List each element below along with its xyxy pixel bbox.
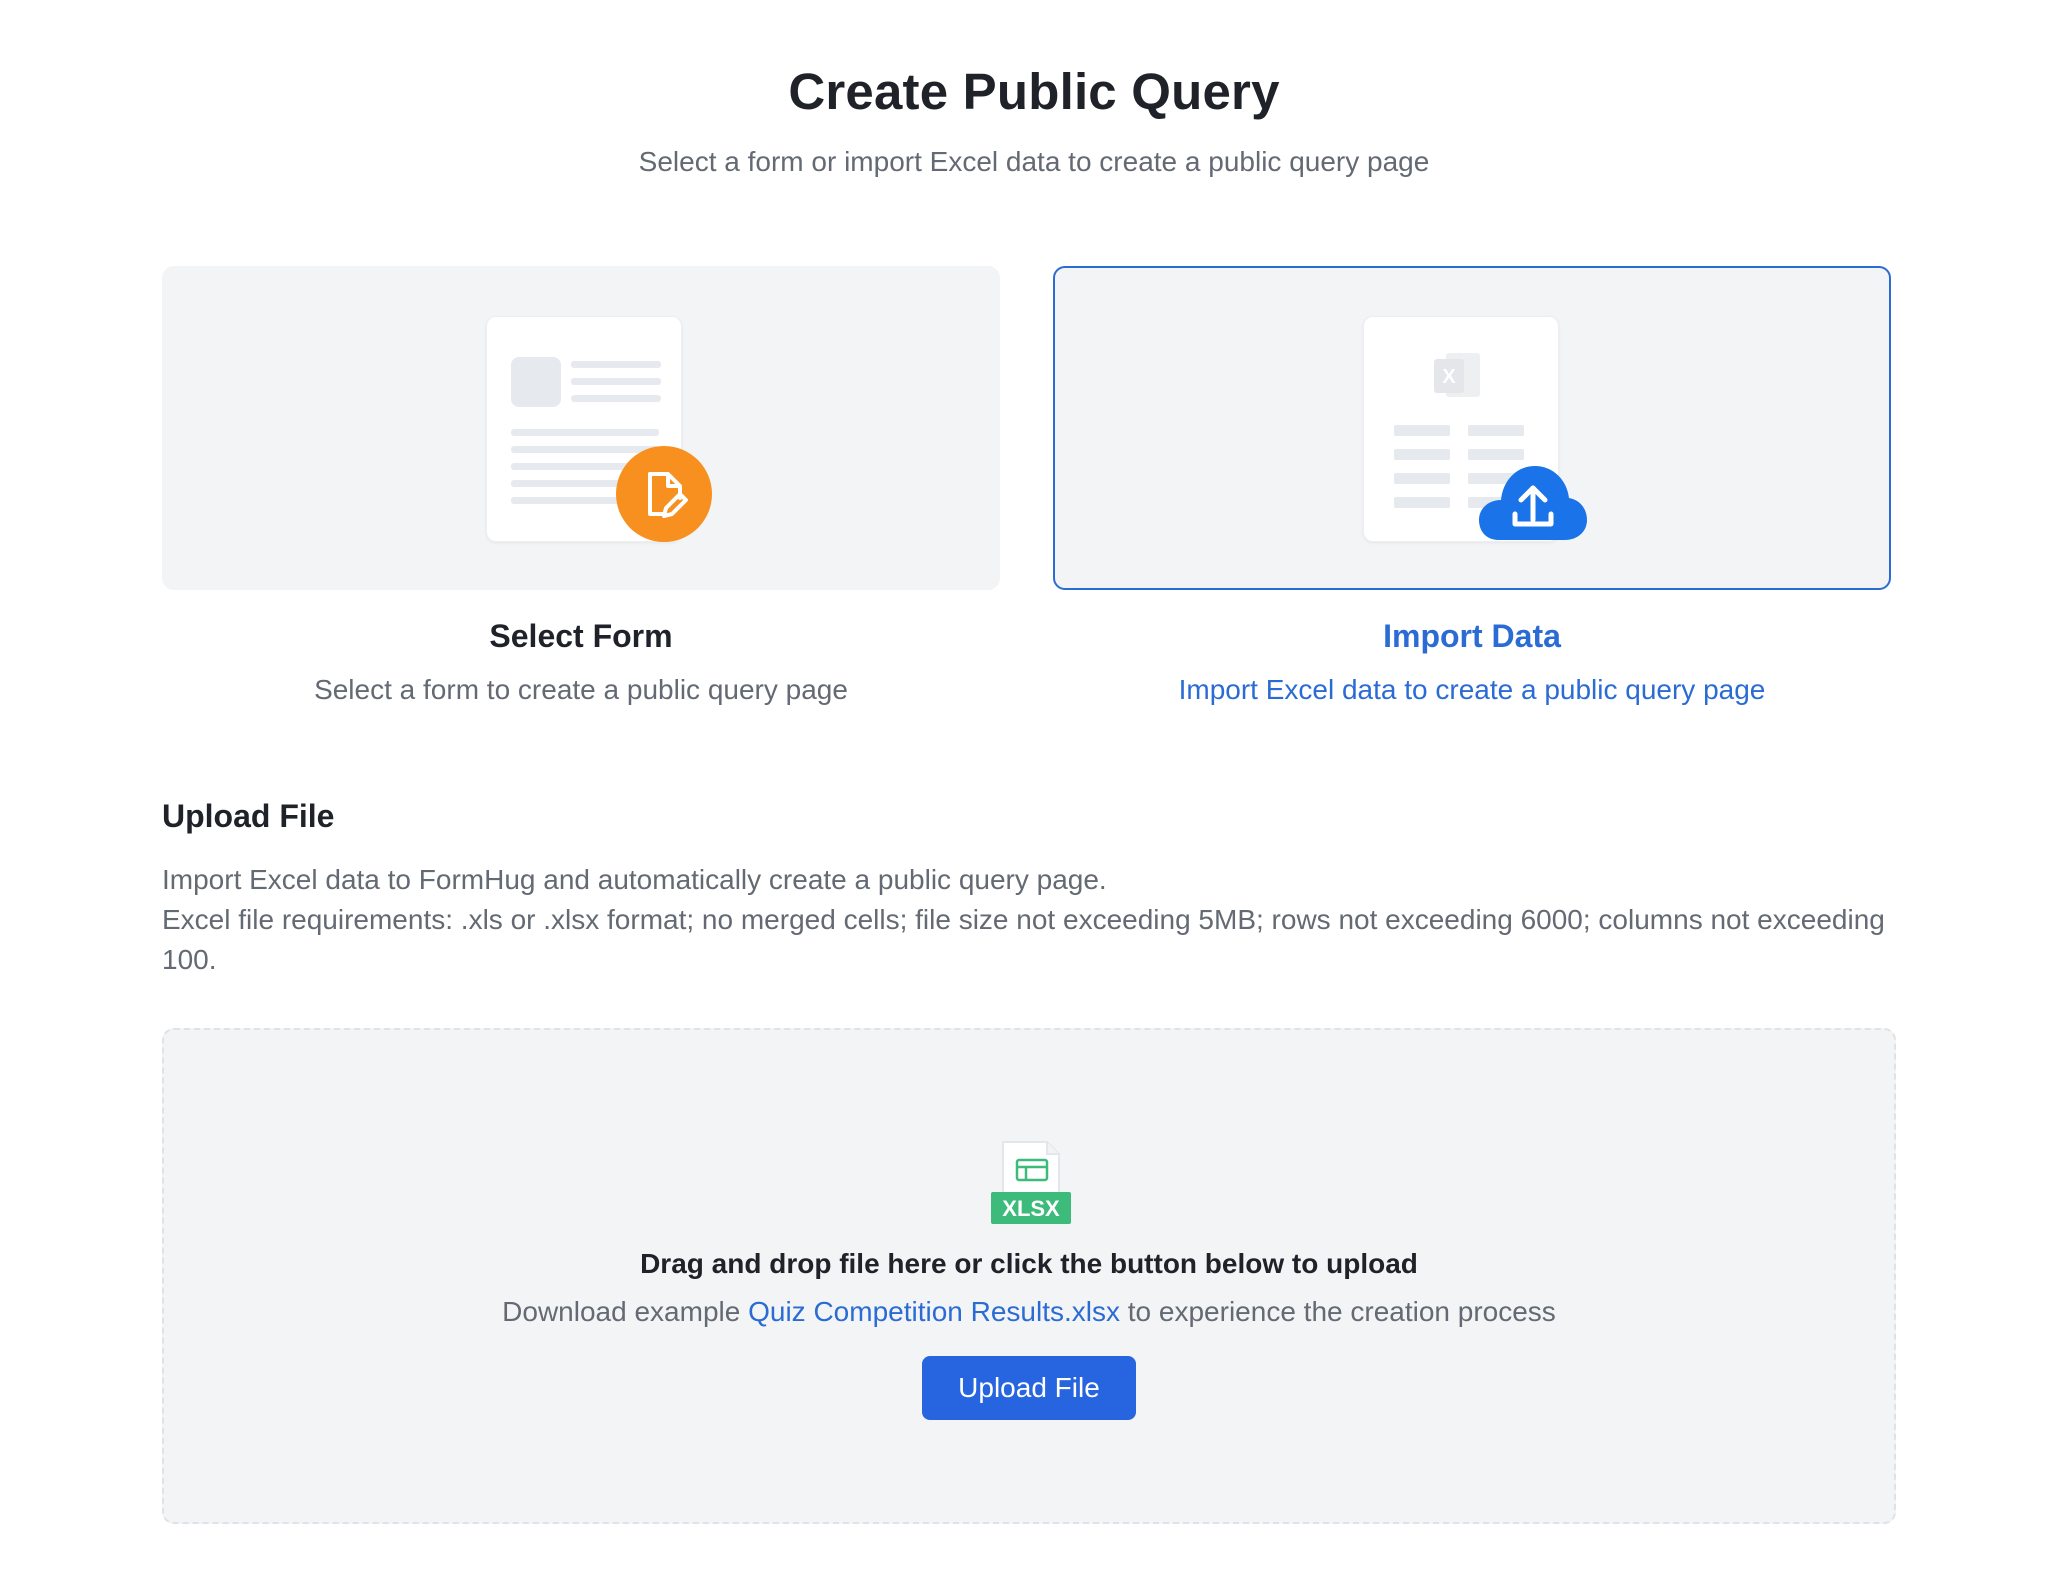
file-dropzone[interactable]: XLSX Drag and drop file here or click th… [162, 1028, 1896, 1524]
hint-suffix: to experience the creation process [1120, 1296, 1556, 1327]
select-form-title[interactable]: Select Form [162, 618, 1000, 655]
dropzone-title: Drag and drop file here or click the but… [640, 1248, 1418, 1279]
upload-section-title: Upload File [162, 798, 335, 834]
cloud-upload-icon [1479, 466, 1587, 540]
svg-text:X: X [1442, 366, 1456, 388]
page-title: Create Public Query [788, 63, 1280, 120]
import-data-title[interactable]: Import Data [1053, 618, 1891, 655]
import-data-card[interactable]: X [1053, 266, 1891, 590]
xlsx-badge-label: XLSX [1002, 1196, 1060, 1221]
hint-prefix: Download example [502, 1296, 749, 1327]
example-file-link[interactable]: Quiz Competition Results.xlsx [748, 1296, 1120, 1327]
file-edit-icon [616, 446, 712, 542]
excel-logo-icon: X [1434, 353, 1480, 397]
xlsx-file-icon: XLSX [991, 1141, 1071, 1224]
select-form-card[interactable] [162, 266, 1000, 590]
upload-description-line: Import Excel data to FormHug and automat… [162, 864, 1107, 895]
upload-section-description: Import Excel data to FormHug and automat… [162, 860, 1902, 980]
select-form-description: Select a form to create a public query p… [314, 674, 848, 705]
page-subtitle: Select a form or import Excel data to cr… [638, 146, 1430, 177]
import-data-description: Import Excel data to create a public que… [1178, 674, 1766, 705]
upload-requirements-line: Excel file requirements: .xls or .xlsx f… [162, 904, 1885, 975]
create-public-query-page: Create Public Query Select a form or imp… [0, 0, 2068, 1580]
dropzone-hint: Download example Quiz Competition Result… [164, 1296, 1894, 1328]
upload-file-button[interactable]: Upload File [922, 1356, 1136, 1420]
